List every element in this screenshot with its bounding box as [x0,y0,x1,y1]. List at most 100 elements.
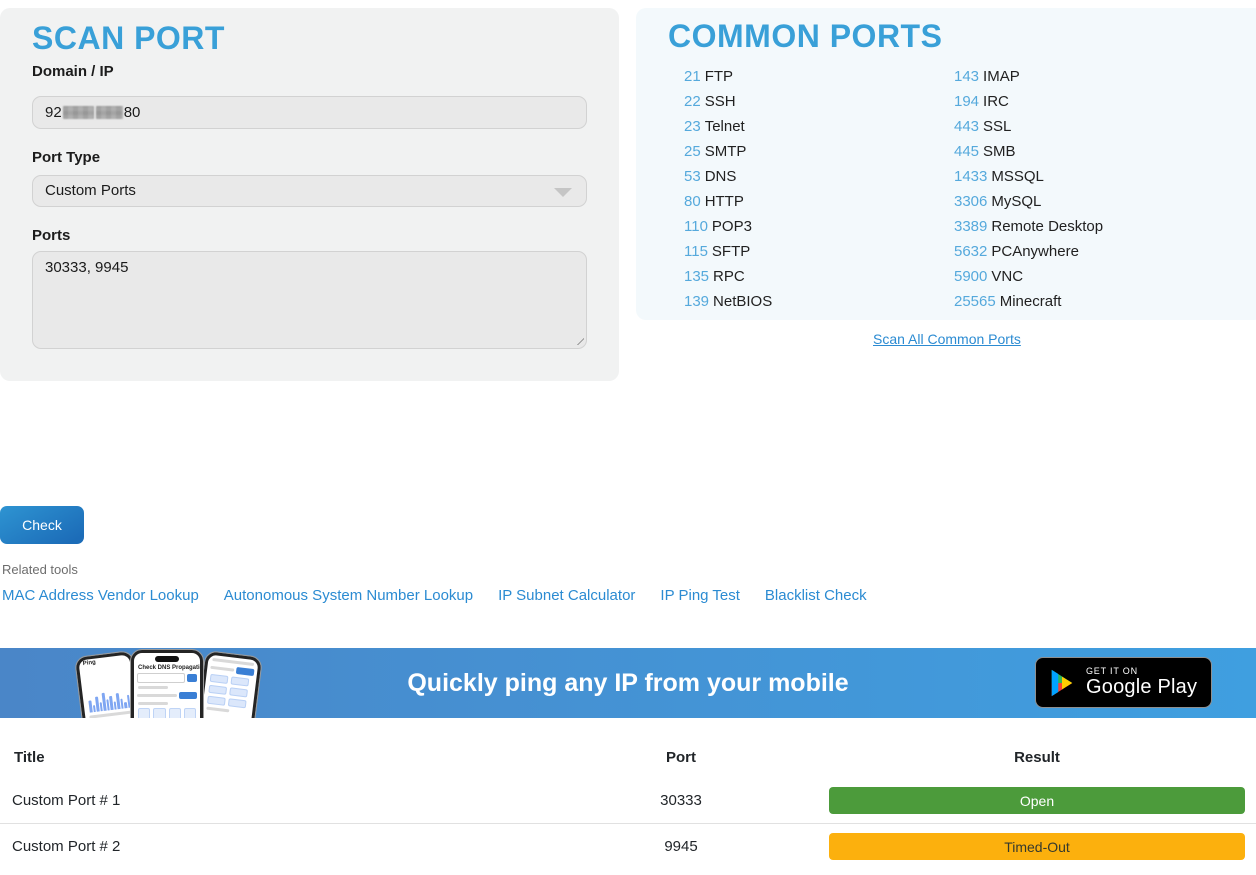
port-type-select[interactable]: Custom Ports [32,175,587,207]
related-tool-link[interactable]: IP Subnet Calculator [498,587,635,604]
common-port-number[interactable]: 5900 [954,268,987,285]
common-port-number[interactable]: 194 [954,93,979,110]
check-button[interactable]: Check [0,506,84,544]
column-header-result: Result [829,749,1245,766]
banner-headline: Quickly ping any IP from your mobile [407,669,848,698]
common-port-item: 5900VNC [954,268,1103,293]
phone-pill [228,698,247,708]
common-port-item: 3306MySQL [954,193,1103,218]
common-port-item: 3389Remote Desktop [954,218,1103,243]
common-port-name: Remote Desktop [991,218,1103,235]
result-row-title: Custom Port # 2 [12,838,120,855]
domain-ip-value-prefix: 92 [45,104,62,121]
scan-port-card: SCAN PORT Domain / IP 9280 Port Type Cus… [0,8,619,381]
google-play-icon [1048,667,1076,699]
google-play-badge[interactable]: GET IT ON Google Play [1035,657,1212,708]
common-port-name: SSH [705,93,736,110]
common-port-item: 143IMAP [954,68,1103,93]
common-port-item: 194IRC [954,93,1103,118]
column-header-port: Port [481,749,881,766]
phone-search-button [187,674,197,682]
phone-pill [208,685,227,695]
common-port-number[interactable]: 115 [684,243,708,260]
phone-pill [207,696,226,706]
common-ports-title: COMMON PORTS [668,18,942,55]
decorative-line [138,702,168,705]
scan-results-table: Title Port Result Custom Port # 130333Op… [0,730,1256,875]
decorative-line [138,686,168,689]
phone-chart-bar [126,695,130,708]
result-row-title: Custom Port # 1 [12,792,120,809]
phone-row [137,692,197,699]
common-port-number[interactable]: 21 [684,68,701,85]
common-port-number[interactable]: 443 [954,118,979,135]
common-ports-column-2: 143IMAP194IRC443SSL445SMB1433MSSQL3306My… [954,68,1103,318]
common-port-number[interactable]: 25565 [954,293,996,310]
phone-input-field [137,673,185,683]
common-port-name: MySQL [991,193,1041,210]
related-tool-link[interactable]: Blacklist Check [765,587,867,604]
scan-all-common-ports-link[interactable]: Scan All Common Ports [873,331,1021,347]
mobile-app-banner: Ping Check DNS Propagation [0,648,1256,718]
phone-chart-bar [95,697,99,712]
column-header-title: Title [14,749,45,766]
common-port-number[interactable]: 139 [684,293,709,310]
common-port-item: 5632PCAnywhere [954,243,1103,268]
common-port-number[interactable]: 110 [684,218,708,235]
common-port-name: Minecraft [1000,293,1062,310]
decorative-line [137,694,177,697]
domain-ip-label: Domain / IP [32,63,114,80]
common-port-number[interactable]: 445 [954,143,979,160]
common-port-item: 21FTP [684,68,772,93]
common-port-number[interactable]: 135 [684,268,709,285]
phone-button [236,667,255,676]
common-port-item: 135RPC [684,268,772,293]
related-tool-link[interactable]: Autonomous System Number Lookup [224,587,473,604]
related-tool-link[interactable]: IP Ping Test [660,587,740,604]
common-port-name: SMB [983,143,1016,160]
common-port-item: 139NetBIOS [684,293,772,318]
common-port-number[interactable]: 143 [954,68,979,85]
common-port-number[interactable]: 3306 [954,193,987,210]
common-port-item: 22SSH [684,93,772,118]
common-port-number[interactable]: 5632 [954,243,987,260]
common-ports-card: COMMON PORTS 21FTP22SSH23Telnet25SMTP53D… [636,8,1256,320]
phone-chart-bar [109,696,113,710]
result-row-port: 9945 [481,838,881,855]
common-port-item: 115SFTP [684,243,772,268]
common-port-number[interactable]: 25 [684,143,701,160]
common-port-number[interactable]: 3389 [954,218,987,235]
domain-ip-input[interactable]: 9280 [32,96,587,129]
port-scanner-page: SCAN PORT Domain / IP 9280 Port Type Cus… [0,0,1256,875]
common-port-name: SFTP [712,243,750,260]
masked-ip-segment [96,106,123,119]
common-port-number[interactable]: 23 [684,118,701,135]
common-port-name: NetBIOS [713,293,772,310]
common-port-item: 25565Minecraft [954,293,1103,318]
phone-pill [210,674,229,684]
common-port-number[interactable]: 22 [684,93,701,110]
phone-pill [230,676,249,686]
row-divider [0,823,1256,824]
phone-tool-icon [153,708,165,718]
common-port-name: RPC [713,268,745,285]
related-tool-link[interactable]: MAC Address Vendor Lookup [2,587,199,604]
ports-textarea[interactable]: 30333, 9945 [32,251,587,349]
masked-ip-segment [63,106,94,119]
port-type-selected-value: Custom Ports [45,182,136,199]
result-status-badge: Timed-Out [829,833,1245,860]
common-port-name: MSSQL [991,168,1044,185]
phone-tool-icon [138,708,150,718]
common-port-number[interactable]: 80 [684,193,701,210]
common-port-item: 445SMB [954,143,1103,168]
phone-pill [229,687,248,697]
related-tools-links: MAC Address Vendor Lookup Autonomous Syst… [2,587,867,604]
decorative-line [206,707,229,713]
common-port-number[interactable]: 53 [684,168,701,185]
common-port-item: 25SMTP [684,143,772,168]
common-port-number[interactable]: 1433 [954,168,987,185]
phone-chart-bar [124,702,127,708]
chevron-down-icon [554,188,572,197]
phone-chart-illustration [85,666,131,713]
common-port-item: 23Telnet [684,118,772,143]
